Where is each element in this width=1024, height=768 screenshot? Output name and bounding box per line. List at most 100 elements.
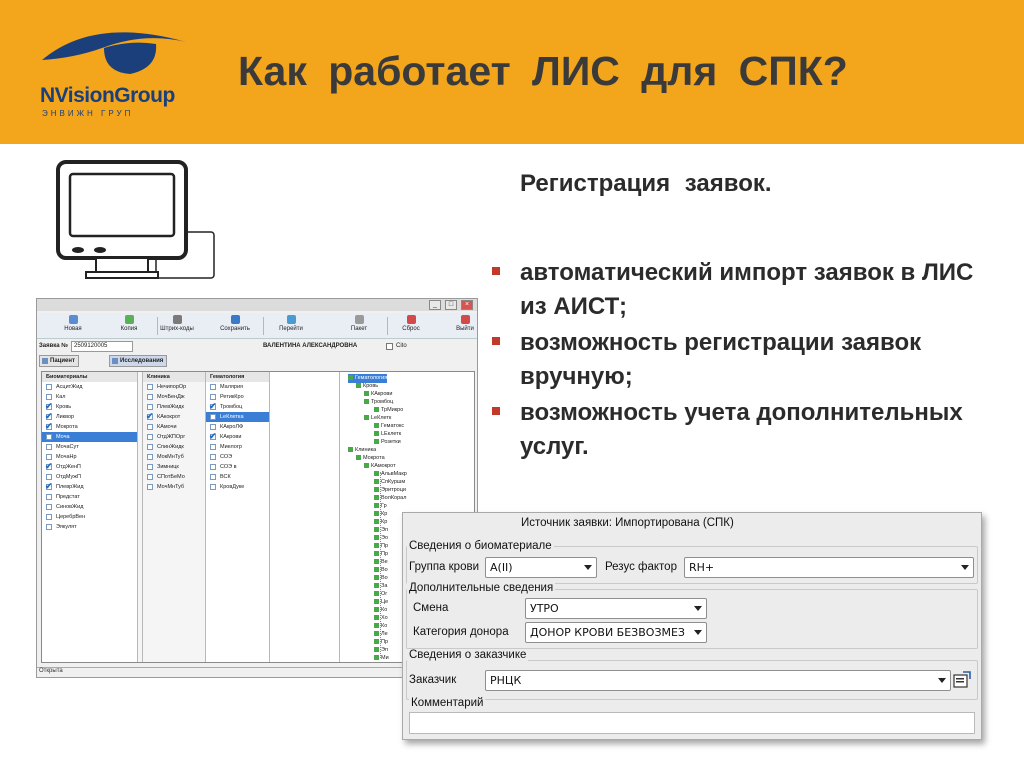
donor-category-select[interactable]: ДОНОР КРОВИ БЕЗВОЗМЕЗ [525,622,707,643]
clinic-item[interactable]: МочМнТуб [143,482,205,492]
toolbar-button-label: Сброс [402,326,420,332]
customer-lookup-icon[interactable] [953,671,971,689]
checkbox[interactable] [147,464,153,470]
extra-info-group-label: Дополнительные сведения [407,582,556,594]
tab-research[interactable]: Исследования [109,355,168,367]
checkbox[interactable] [147,444,153,450]
biomaterials-item[interactable]: ✔ Мокрота [42,422,137,432]
comment-field[interactable] [409,712,975,734]
clinic-item[interactable]: МочБенДж [143,392,205,402]
checkbox[interactable] [210,384,216,390]
biomaterials-item[interactable]: МочаСут [42,442,137,452]
tree-node-icon [374,607,379,613]
checkbox[interactable] [147,404,153,410]
clinic-item[interactable]: ✔ КАкокрот [143,412,205,422]
checkbox[interactable] [210,464,216,470]
biomaterials-item[interactable]: Предстат [42,492,137,502]
checkbox[interactable] [147,384,153,390]
hematology-item[interactable]: КровДуке [206,482,269,492]
toolbar-button[interactable]: Сохранить [213,315,257,337]
checkbox[interactable] [147,394,153,400]
hematology-item[interactable]: СОЭ в [206,462,269,472]
rh-factor-select[interactable]: RH+ [684,557,974,578]
toolbar-button[interactable]: Штрих-коды [155,315,199,337]
biomaterials-item[interactable]: МочаНр [42,452,137,462]
toolbar-button[interactable]: Новая [51,315,95,337]
biomaterials-item[interactable]: ЦеребрВен [42,512,137,522]
hematology-item[interactable]: КАкроЛФ [206,422,269,432]
toolbar-button[interactable]: Пакет [337,315,381,337]
biomaterials-item[interactable]: АсцитЖид [42,382,137,392]
toolbar-button[interactable]: Копия [107,315,151,337]
biomaterials-item[interactable]: ОтдМужП [42,472,137,482]
checkbox[interactable] [147,484,153,490]
checkbox[interactable] [46,524,52,530]
biomaterials-item[interactable]: ✔ ОтдЖенП [42,462,137,472]
close-icon[interactable]: × [461,300,473,310]
toolbar-button[interactable]: Выйти [443,315,487,337]
tree-node-icon [374,471,379,477]
biomaterials-item[interactable]: Моча [42,432,137,442]
hematology-item[interactable]: LeКлетка [206,412,269,422]
biomaterials-item[interactable]: ✔ ПлеврЖид [42,482,137,492]
checkbox[interactable] [210,484,216,490]
clinic-item[interactable]: ОтдЖПОрг [143,432,205,442]
tree-node-icon [374,591,379,597]
clinic-item[interactable]: СпинЖидк [143,442,205,452]
tree-node[interactable]: Ми [374,654,389,663]
checkbox[interactable] [46,454,52,460]
checkbox[interactable] [46,434,52,440]
clinic-item[interactable]: НечипорОр [143,382,205,392]
checkbox[interactable] [210,454,216,460]
checkbox[interactable] [46,474,52,480]
chevron-down-icon [584,565,592,570]
cito-checkbox[interactable] [386,343,393,350]
biomaterials-item[interactable]: СиновЖид [42,502,137,512]
checkbox[interactable] [46,394,52,400]
clinic-item[interactable]: СПотБеМо [143,472,205,482]
biomaterials-item-label: Мокрота [56,424,78,430]
toolbar-button[interactable]: Перейти [269,315,313,337]
shift-select[interactable]: УТРО [525,598,707,619]
tab-patient[interactable]: Пациент [39,355,79,367]
order-number-field[interactable]: 2509120005 [71,341,133,352]
clinic-item[interactable]: КАмочи [143,422,205,432]
biomaterials-item[interactable]: ✔ Кровь [42,402,137,412]
hematology-item[interactable]: ВСК [206,472,269,482]
checkbox[interactable] [210,394,216,400]
clinic-item[interactable]: Зимницк [143,462,205,472]
maximize-icon[interactable]: □ [445,300,457,310]
checkbox[interactable] [46,444,52,450]
customer-select[interactable]: РНЦК [485,670,951,691]
minimize-icon[interactable]: _ [429,300,441,310]
checkbox[interactable] [210,474,216,480]
clinic-item[interactable]: МокМнТуб [143,452,205,462]
blood-group-select[interactable]: A(II) [485,557,597,578]
clinic-item[interactable]: ПлевЖидк [143,402,205,412]
biomaterials-item[interactable]: Эякулят [42,522,137,532]
tree-node-label: Во [381,575,388,581]
checkbox[interactable] [147,474,153,480]
checkbox[interactable] [46,494,52,500]
hematology-item[interactable]: Малярия [206,382,269,392]
hematology-item[interactable]: ✔ КАкрови [206,432,269,442]
checkbox[interactable] [46,514,52,520]
checkbox[interactable] [147,454,153,460]
biomaterials-item[interactable]: Кал [42,392,137,402]
hematology-item[interactable]: Миелогр [206,442,269,452]
checkbox[interactable] [46,384,52,390]
toolbar-button[interactable]: Сброс [389,315,433,337]
checkbox[interactable] [210,444,216,450]
hematology-item[interactable]: ✔ Тромбоц [206,402,269,412]
checkbox[interactable] [147,434,153,440]
hematology-item[interactable]: РетикКро [206,392,269,402]
checkmark-icon: ✔ [45,422,53,431]
hematology-item-label: LeКлетка [220,414,244,420]
hematology-item[interactable]: СОЭ [206,452,269,462]
checkbox[interactable] [147,424,153,430]
checkbox[interactable] [46,504,52,510]
checkbox[interactable] [210,424,216,430]
checkbox[interactable] [210,414,216,420]
biomaterials-item[interactable]: ✔ Ликвор [42,412,137,422]
tree-node[interactable]: Розетки [374,438,401,447]
